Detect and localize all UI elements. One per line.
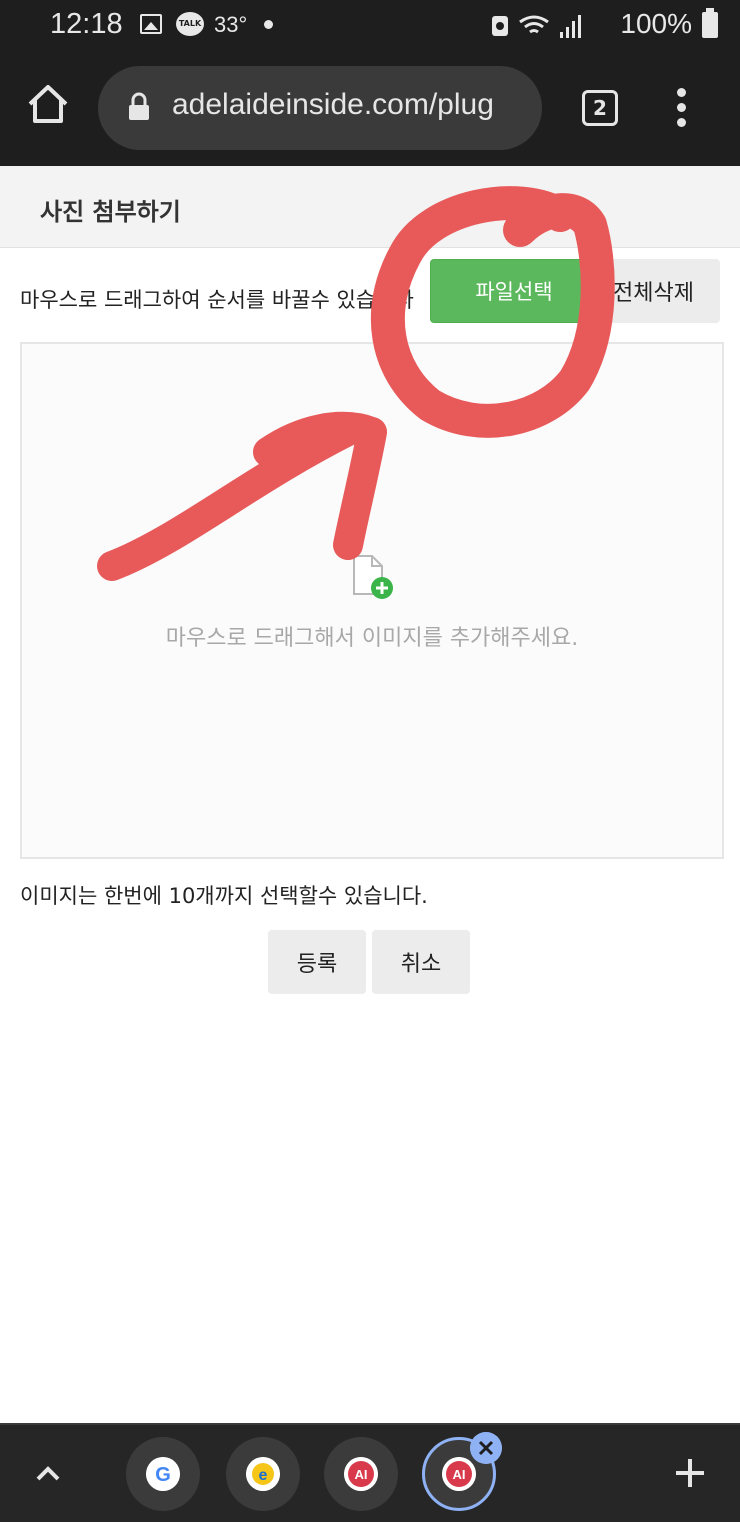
plus-icon[interactable] [672,1455,708,1491]
browser-toolbar: adelaideinside.com/plug 2 [0,52,740,166]
page-header: 사진 첨부하기 [0,166,740,248]
wifi-signal-icons [492,15,581,38]
status-temperature: 33° [214,12,248,37]
ai-icon: AI [344,1457,378,1491]
battery-icon [702,8,718,38]
status-time: 12:18 [50,8,123,40]
dropzone-text: 마우스로 드래그해서 이미지를 추가해주세요. [165,626,579,651]
recycle-icon [492,16,508,36]
gallery-icon [140,14,162,34]
url-bar[interactable]: adelaideinside.com/plug [98,66,542,150]
signal-icon [560,15,581,38]
close-tab-icon[interactable] [470,1432,502,1464]
bottom-tab-strip: G e AI AI [0,1423,740,1522]
svg-text:e: e [259,1467,268,1484]
tab-ie[interactable]: e [226,1437,300,1511]
image-dropzone[interactable]: 마우스로 드래그해서 이미지를 추가해주세요. [20,342,724,859]
limit-info-text: 이미지는 한번에 10개까지 선택할수 있습니다. [20,884,428,908]
url-text[interactable]: adelaideinside.com/plug [172,88,494,122]
tab-ai[interactable]: AI [324,1437,398,1511]
status-bar: 12:18 TALK 33° 100% [0,0,740,52]
file-select-button[interactable]: 파일선택 [430,259,598,323]
chevron-up-icon[interactable] [30,1455,66,1491]
ie-icon: e [246,1457,280,1491]
dot-icon [264,20,273,29]
svg-text:G: G [155,1464,171,1486]
ai-icon: AI [442,1457,476,1491]
svg-text:AI: AI [453,1467,466,1482]
add-file-icon [353,555,393,599]
page-title: 사진 첨부하기 [40,198,181,226]
svg-text:AI: AI [355,1467,368,1482]
cancel-button[interactable]: 취소 [372,930,470,994]
more-menu-icon[interactable] [672,88,692,128]
kakaotalk-icon: TALK [176,12,204,36]
tab-switcher-button[interactable]: 2 [582,90,618,126]
tab-google[interactable]: G [126,1437,200,1511]
google-icon: G [146,1457,180,1491]
wifi-icon [519,15,549,34]
drag-hint-text: 마우스로 드래그하여 순서를 바꿀수 있습니다 [20,288,414,312]
register-button[interactable]: 등록 [268,930,366,994]
lock-icon [129,92,149,120]
status-battery-text: 100% [620,8,692,39]
delete-all-button[interactable]: 전체삭제 [582,259,720,323]
home-icon[interactable] [26,82,70,126]
